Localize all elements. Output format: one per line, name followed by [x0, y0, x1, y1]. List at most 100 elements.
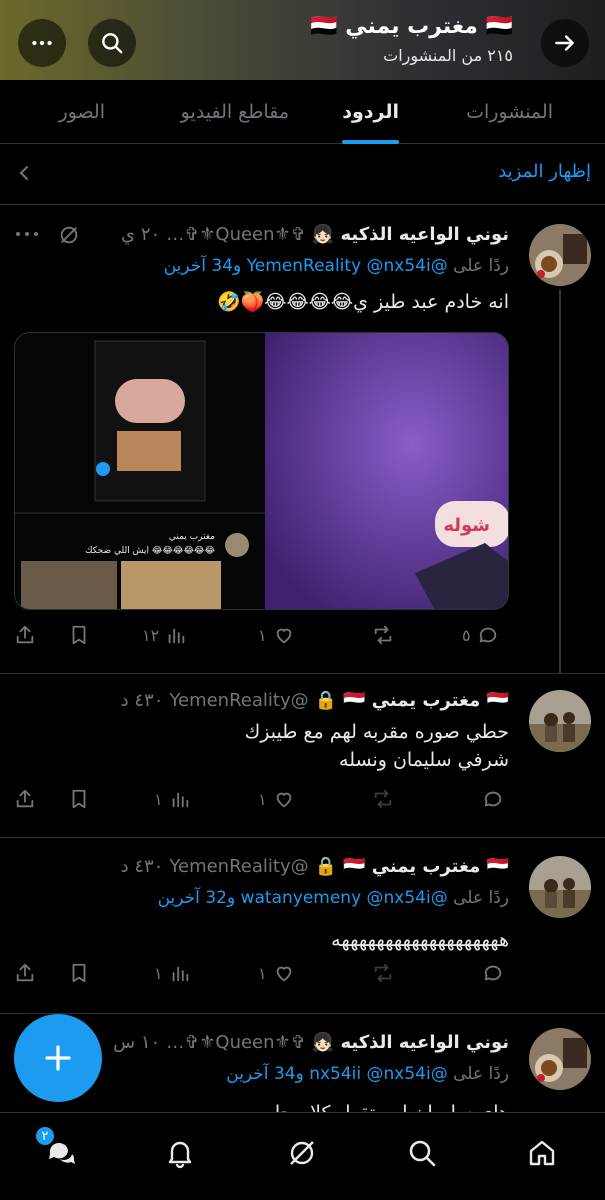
repost-icon — [374, 625, 392, 645]
like-button[interactable]: ١ — [258, 624, 295, 646]
handle[interactable]: @YemenReality — [169, 690, 308, 711]
views-button[interactable]: ١ — [154, 962, 191, 984]
avatar[interactable] — [529, 1028, 591, 1090]
bell-icon — [168, 1141, 192, 1169]
post-text: انه خادم عبد طيز ي😂😂😂😂🍑🤣 — [216, 291, 509, 313]
grok-icon[interactable] — [58, 224, 80, 246]
repost-button[interactable] — [372, 788, 394, 810]
display-name[interactable]: نوني الواعيه الذكيه 👧🏻 — [312, 224, 509, 245]
nav-notifications[interactable] — [158, 1131, 202, 1175]
show-more-row[interactable]: إظهار المزيد — [0, 145, 605, 205]
profile-title: 🇾🇪 مغترب يمني 🇾🇪 — [310, 14, 513, 39]
likes-count: ١ — [258, 963, 267, 983]
views-icon — [168, 628, 185, 644]
more-icon[interactable] — [14, 224, 40, 244]
post-count: ٢١٥ من المنشورات — [383, 46, 513, 65]
repost-button[interactable] — [372, 624, 394, 646]
post-text: حطي صوره مقربه لهم مع طيبزك شرفي سليمان … — [244, 721, 509, 771]
grok-icon — [290, 1141, 314, 1165]
like-icon — [276, 792, 291, 808]
thread-line — [559, 290, 561, 674]
handle[interactable]: @YemenReality — [169, 856, 308, 877]
reply-button[interactable] — [482, 788, 504, 810]
bookmark-button[interactable] — [68, 788, 90, 810]
avatar[interactable] — [529, 690, 591, 752]
post-time[interactable]: ١٠ س — [113, 1032, 160, 1053]
tab-videos[interactable]: مقاطع الفيديو — [181, 80, 289, 144]
tab-photos[interactable]: الصور — [58, 80, 105, 144]
like-button[interactable]: ١ — [258, 962, 295, 984]
nav-grok[interactable] — [280, 1131, 324, 1175]
nav-search[interactable] — [400, 1131, 444, 1175]
svg-text:شوله: شوله — [443, 515, 490, 536]
show-more-link[interactable]: إظهار المزيد — [498, 161, 591, 182]
back-arrow-icon — [555, 35, 574, 51]
views-button[interactable]: ١٢ — [142, 624, 187, 646]
reply-button[interactable]: ٥ — [462, 624, 499, 646]
like-icon — [276, 628, 291, 644]
tab-posts[interactable]: المنشورات — [466, 80, 553, 144]
like-button[interactable]: ١ — [258, 788, 295, 810]
bottom-navigation: ٢ — [0, 1112, 605, 1200]
reply-icon — [484, 965, 502, 981]
svg-text:ايش اللي ضحكك 😂😂😂😂😂😂: ايش اللي ضحكك 😂😂😂😂😂😂 — [85, 545, 215, 556]
reply-others[interactable]: و34 آخرين — [226, 1064, 304, 1084]
bookmark-icon — [72, 789, 86, 809]
lock-icon: 🔒 — [314, 855, 338, 877]
nav-messages[interactable]: ٢ — [34, 1125, 82, 1175]
post-time[interactable]: ٢٠ ي — [121, 224, 160, 245]
reply-mentions[interactable]: @YemenReality @nx54i — [247, 256, 448, 276]
reply-mentions[interactable]: @watanyemeny @nx54i — [241, 888, 448, 908]
profile-tabs: المنشورات الردود مقاطع الفيديو الصور — [0, 80, 605, 144]
svg-text:مغترب يمني: مغترب يمني — [169, 532, 215, 542]
post-time[interactable]: ٤٣٠ د — [121, 856, 164, 877]
reply-context: ردًا على @watanyemeny @nx54i و32 آخرين — [157, 888, 509, 908]
reply-post[interactable]: 🇾🇪 مغترب يمني 🇾🇪 🔒 @YemenReality ٤٣٠ د ر… — [0, 838, 605, 1014]
views-count: ١٢ — [142, 625, 160, 645]
reply-others[interactable]: و34 آخرين — [164, 256, 242, 276]
lock-icon: 🔒 — [314, 689, 338, 711]
tab-replies[interactable]: الردود — [342, 80, 399, 144]
search-icon — [102, 33, 123, 54]
share-button[interactable] — [14, 962, 36, 984]
post-actions: ١٢ ١ ٥ — [14, 624, 509, 652]
reply-mentions[interactable]: @nx54ii @nx54i — [309, 1064, 448, 1084]
share-button[interactable] — [14, 624, 36, 646]
likes-count: ١ — [258, 625, 267, 645]
media-image: مغترب يمني ايش اللي ضحكك 😂😂😂😂😂😂 شوله — [15, 333, 508, 609]
post-text: هههههههههههههههههههه — [331, 929, 509, 951]
bookmark-icon — [72, 625, 86, 645]
repost-button[interactable] — [372, 962, 394, 984]
repost-icon — [374, 963, 392, 983]
nav-home[interactable] — [520, 1131, 564, 1175]
bookmark-button[interactable] — [68, 962, 90, 984]
bookmark-button[interactable] — [68, 624, 90, 646]
name-suffix: ✞⚜Queen⚜✞… — [166, 1031, 306, 1053]
post-actions: ١ ١ — [14, 788, 509, 816]
compose-button[interactable] — [14, 1014, 102, 1102]
display-name[interactable]: نوني الواعيه الذكيه 👧🏻 — [312, 1032, 509, 1053]
share-button[interactable] — [14, 788, 36, 810]
views-count: ١ — [154, 789, 163, 809]
avatar[interactable] — [529, 856, 591, 918]
views-icon — [172, 792, 188, 808]
reply-icon — [484, 791, 502, 807]
reply-post[interactable]: نوني الواعيه الذكيه 👧🏻 ✞⚜Queen⚜✞… ٢٠ ي ر… — [0, 206, 605, 674]
display-name[interactable]: 🇾🇪 مغترب يمني 🇾🇪 — [343, 856, 509, 877]
reply-others[interactable]: و32 آخرين — [158, 888, 236, 908]
display-name[interactable]: 🇾🇪 مغترب يمني 🇾🇪 — [343, 690, 509, 711]
plus-icon — [45, 1045, 71, 1071]
likes-count: ١ — [258, 789, 267, 809]
home-icon — [529, 1140, 555, 1166]
search-button[interactable] — [88, 19, 136, 67]
share-icon — [16, 963, 34, 982]
reply-button[interactable] — [482, 962, 504, 984]
views-button[interactable]: ١ — [154, 788, 191, 810]
post-media[interactable]: مغترب يمني ايش اللي ضحكك 😂😂😂😂😂😂 شوله — [14, 332, 509, 610]
avatar[interactable] — [529, 224, 591, 286]
reply-post[interactable]: 🇾🇪 مغترب يمني 🇾🇪 🔒 @YemenReality ٤٣٠ د ح… — [0, 674, 605, 838]
more-options-button[interactable] — [18, 19, 66, 67]
back-button[interactable] — [541, 19, 589, 67]
post-time[interactable]: ٤٣٠ د — [121, 690, 164, 711]
repost-icon — [374, 789, 392, 809]
